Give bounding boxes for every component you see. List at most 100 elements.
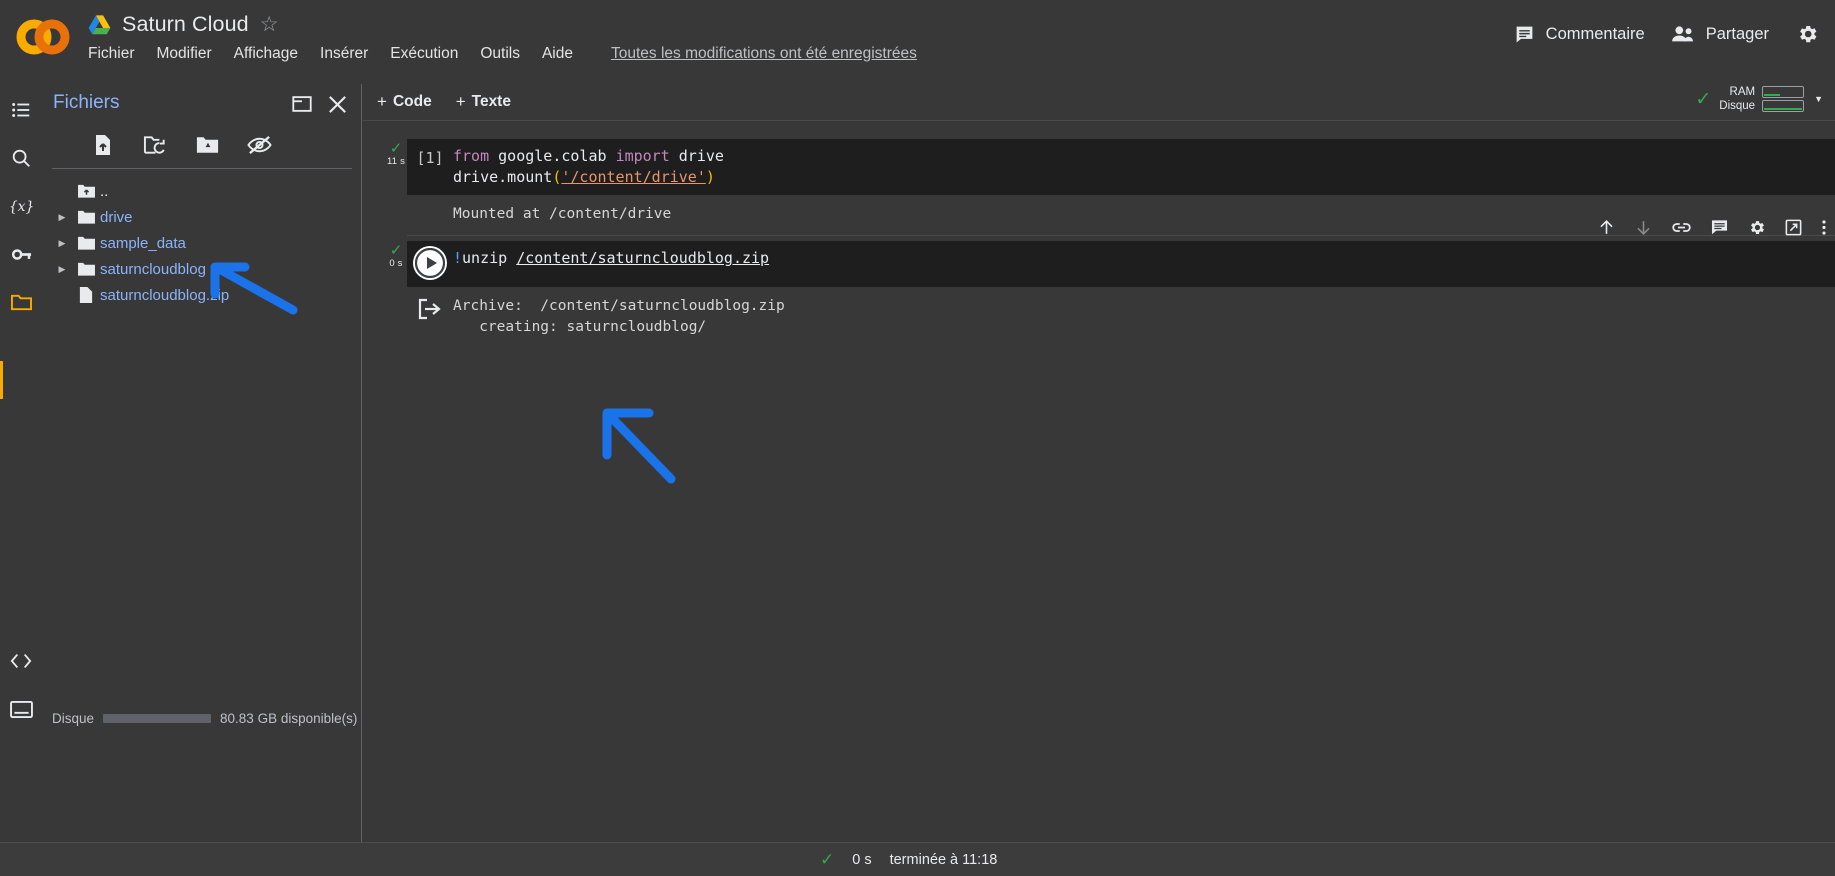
chevron-right-icon[interactable]: ▶ xyxy=(52,238,72,249)
comment-icon xyxy=(1514,24,1535,45)
chevron-right-icon[interactable]: ▶ xyxy=(52,264,72,275)
cell-2-code[interactable]: !unzip /content/saturncloudblog.zip xyxy=(453,248,769,280)
disk-usage-bar xyxy=(103,714,212,723)
upload-file-button[interactable] xyxy=(90,132,116,158)
top-right-actions: Commentaire Partager xyxy=(1514,22,1819,46)
cell-2-toolbar xyxy=(1597,218,1827,237)
disk-bar xyxy=(1762,100,1805,112)
check-icon: ✓ xyxy=(389,242,403,259)
file-tree-label: drive xyxy=(100,208,133,226)
menu-inserer[interactable]: Insérer xyxy=(320,45,368,63)
add-code-label: Code xyxy=(392,93,432,110)
menu-outils[interactable]: Outils xyxy=(480,45,520,63)
document-title[interactable]: Saturn Cloud xyxy=(122,12,249,37)
output-arrow-icon xyxy=(407,296,453,338)
status-finished: terminée à 11:18 xyxy=(889,851,998,868)
settings-button[interactable] xyxy=(1795,22,1819,46)
disk-usage-footer: Disque 80.83 GB disponible(s) xyxy=(52,711,362,726)
check-icon: ✓ xyxy=(389,140,403,157)
share-label: Partager xyxy=(1705,24,1769,43)
menu-execution[interactable]: Exécution xyxy=(390,45,458,63)
add-code-cell-button[interactable]: + Code xyxy=(377,92,432,112)
move-cell-up-button[interactable] xyxy=(1597,218,1616,237)
check-icon: ✓ xyxy=(820,849,835,869)
cell-1-code[interactable]: from google.colab import drive drive.mou… xyxy=(453,146,724,188)
notebook-toolbar: + Code + Texte ✓ RAM Disque ▼ xyxy=(363,84,1835,121)
mirror-cell-button[interactable] xyxy=(1784,218,1803,237)
code-cell-1: ✓ 11 s [1] from google.colab import driv… xyxy=(385,139,1835,229)
mount-drive-button[interactable] xyxy=(194,132,220,158)
folder-icon xyxy=(72,261,100,277)
top-bar: Saturn Cloud ☆ Fichier Modifier Affichag… xyxy=(0,0,1835,84)
cell-2-code-editor[interactable]: !unzip /content/saturncloudblog.zip xyxy=(407,241,1835,287)
cell-1-runtime: 11 s xyxy=(386,156,406,167)
save-state-link[interactable]: Toutes les modifications ont été enregis… xyxy=(611,45,917,63)
colab-logo[interactable] xyxy=(14,17,72,57)
restore-panel-icon[interactable] xyxy=(291,93,313,120)
file-tree-label: saturncloudblog.zip xyxy=(100,286,230,304)
copy-cell-link-button[interactable] xyxy=(1671,218,1692,237)
chevron-down-icon[interactable]: ▼ xyxy=(1814,94,1823,104)
move-cell-down-button[interactable] xyxy=(1634,218,1653,237)
file-tree-row-drive[interactable]: ▶ drive xyxy=(42,204,362,230)
refresh-folder-button[interactable] xyxy=(142,132,168,158)
plus-icon: + xyxy=(455,92,466,111)
file-tree-label: sample_data xyxy=(100,234,186,252)
comment-button[interactable]: Commentaire xyxy=(1514,24,1645,45)
toggle-hidden-files-button[interactable] xyxy=(246,132,272,158)
share-button[interactable]: Partager xyxy=(1671,24,1769,44)
run-cell-button[interactable] xyxy=(413,246,447,280)
file-tree-label: .. xyxy=(100,182,109,200)
file-tree-row-sample-data[interactable]: ▶ sample_data xyxy=(42,230,362,256)
file-tree-row-saturncloudblog-zip[interactable]: saturncloudblog.zip xyxy=(42,282,362,308)
add-comment-button[interactable] xyxy=(1710,218,1729,237)
sidebar-rail-toc[interactable] xyxy=(7,96,35,124)
menu-modifier[interactable]: Modifier xyxy=(157,45,212,63)
folder-icon xyxy=(72,235,100,251)
ram-label: RAM xyxy=(1729,86,1756,98)
sidebar-rail-variables[interactable]: {x} xyxy=(7,192,35,220)
files-panel-divider xyxy=(52,168,352,169)
resources-indicator[interactable]: ✓ RAM Disque ▼ xyxy=(1695,86,1823,112)
menu-bar: Fichier Modifier Affichage Insérer Exécu… xyxy=(88,45,917,63)
cell-1-code-editor[interactable]: [1] from google.colab import drive drive… xyxy=(407,139,1835,195)
cell-1-exec-count: [1] xyxy=(416,149,444,167)
sidebar-rail-files[interactable] xyxy=(7,288,35,316)
cell-settings-button[interactable] xyxy=(1747,218,1766,237)
svg-text:{x}: {x} xyxy=(9,199,34,215)
google-drive-icon xyxy=(88,14,111,35)
star-outline-icon[interactable]: ☆ xyxy=(260,14,279,35)
close-icon[interactable] xyxy=(326,93,349,121)
status-bar-content: ✓ 0 s terminée à 11:18 xyxy=(820,850,997,870)
output-icon-placeholder xyxy=(407,204,453,225)
cell-more-button[interactable] xyxy=(1821,218,1827,237)
plus-icon: + xyxy=(377,92,387,111)
chevron-right-icon[interactable]: ▶ xyxy=(52,212,72,223)
sidebar-rail-search[interactable] xyxy=(7,144,35,172)
file-tree-row-parent[interactable]: .. xyxy=(42,178,362,204)
status-bar: ✓ 0 s terminée à 11:18 xyxy=(0,842,1835,876)
sidebar-rail-snippets[interactable] xyxy=(7,647,35,675)
gear-icon xyxy=(1795,22,1819,46)
rail-selection-indicator xyxy=(0,361,3,399)
notebook-area: + Code + Texte ✓ RAM Disque ▼ ✓ 11 s [1]… xyxy=(363,84,1835,842)
sidebar-rail-terminal[interactable] xyxy=(7,695,35,723)
menu-fichier[interactable]: Fichier xyxy=(88,45,135,63)
comment-label: Commentaire xyxy=(1545,24,1645,43)
files-panel: Fichiers .. ▶ drive ▶ sample_data ▶ satu… xyxy=(42,84,362,876)
add-text-cell-button[interactable]: + Texte xyxy=(456,92,511,112)
status-duration: 0 s xyxy=(852,851,872,868)
resources-labels: RAM Disque xyxy=(1719,86,1805,112)
file-tree: .. ▶ drive ▶ sample_data ▶ saturncloudbl… xyxy=(42,178,362,308)
menu-aide[interactable]: Aide xyxy=(542,45,573,63)
cell-2-runtime: 0 s xyxy=(389,258,403,269)
file-tree-row-saturncloudblog[interactable]: ▶ saturncloudblog xyxy=(42,256,362,282)
menu-affichage[interactable]: Affichage xyxy=(234,45,298,63)
colab-window: Saturn Cloud ☆ Fichier Modifier Affichag… xyxy=(0,0,1835,876)
files-panel-title: Fichiers xyxy=(53,92,120,113)
cell-2-gutter: ✓ 0 s xyxy=(385,241,407,269)
sidebar-rail-secrets[interactable] xyxy=(7,240,35,268)
document-title-row: Saturn Cloud ☆ xyxy=(88,12,279,37)
disk-available-label: 80.83 GB disponible(s) xyxy=(220,711,358,726)
cell-1-output-text: Mounted at /content/drive xyxy=(453,206,672,222)
